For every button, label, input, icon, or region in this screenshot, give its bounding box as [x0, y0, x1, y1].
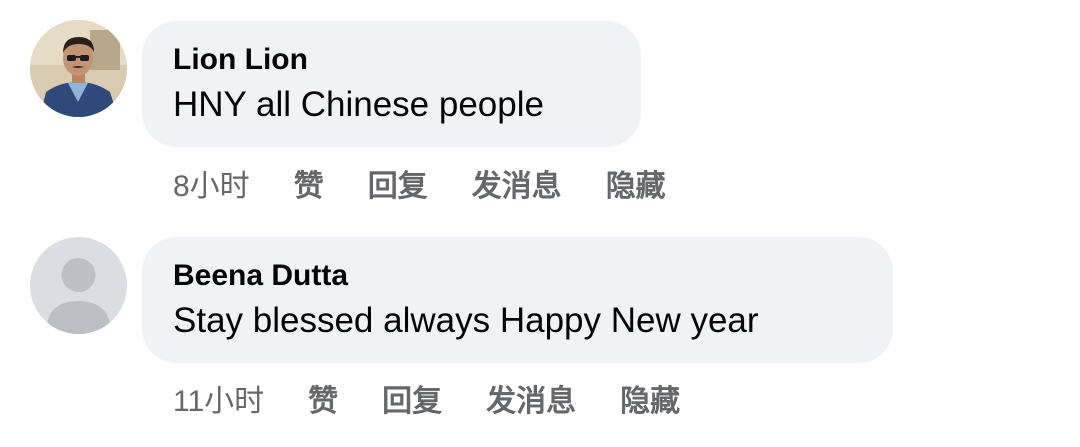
comment-actions: 11小时 赞 回复 发消息 隐藏 [173, 375, 680, 421]
send-message-button[interactable]: 发消息 [486, 376, 576, 420]
comment-text: HNY all Chinese people [173, 85, 544, 124]
hide-button[interactable]: 隐藏 [620, 376, 680, 420]
reply-button[interactable]: 回复 [368, 161, 428, 205]
send-message-button[interactable]: 发消息 [472, 161, 562, 205]
like-button[interactable]: 赞 [308, 376, 338, 420]
hide-button[interactable]: 隐藏 [606, 161, 666, 205]
avatar[interactable] [30, 20, 127, 117]
reply-button[interactable]: 回复 [382, 376, 442, 420]
like-button[interactable]: 赞 [294, 161, 324, 205]
avatar[interactable] [30, 237, 127, 334]
comment-timestamp[interactable]: 11小时 [173, 376, 264, 420]
comment-author[interactable]: Beena Dutta [173, 258, 863, 294]
comment-text: Stay blessed always Happy New year [173, 301, 759, 340]
comment-actions: 8小时 赞 回复 发消息 隐藏 [173, 160, 666, 206]
comment-timestamp[interactable]: 8小时 [173, 161, 250, 205]
default-profile-avatar-icon [30, 237, 127, 334]
user-photo-avatar-icon [30, 20, 127, 117]
comment-bubble: Beena Dutta Stay blessed always Happy Ne… [142, 237, 893, 363]
comment-author[interactable]: Lion Lion [173, 42, 611, 78]
comment-bubble: Lion Lion HNY all Chinese people [142, 21, 641, 147]
